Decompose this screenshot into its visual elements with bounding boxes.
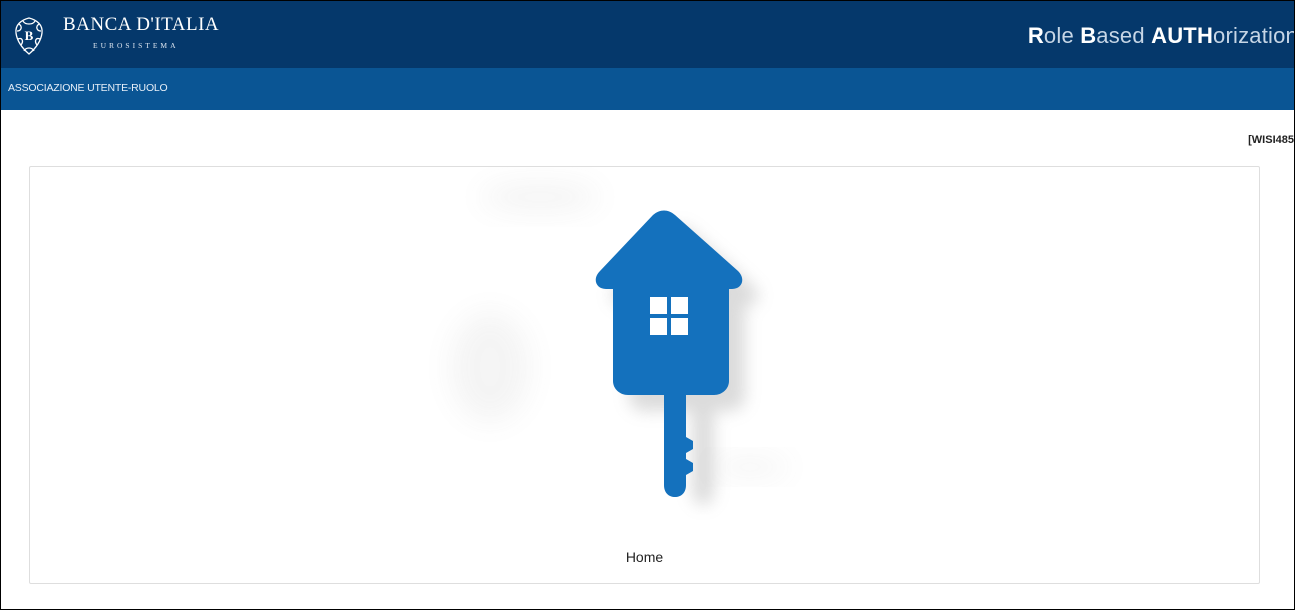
- nav-bar: ASSOCIAZIONE UTENTE-RUOLO: [1, 68, 1294, 110]
- app-title-ole: ole: [1043, 23, 1081, 48]
- home-panel: Home: [29, 166, 1260, 584]
- top-header: B BANCA D'ITALIA EUROSISTEMA Role Based …: [1, 1, 1294, 68]
- app-title: Role Based AUTHorization: [1027, 23, 1295, 49]
- app-title-r: R: [1027, 23, 1044, 48]
- app-title-auth: AUTH: [1151, 23, 1214, 48]
- nav-item-associazione-utente-ruolo[interactable]: ASSOCIAZIONE UTENTE-RUOLO: [8, 82, 168, 94]
- app-title-ased: ased: [1096, 23, 1152, 48]
- app-title-b: B: [1080, 23, 1097, 48]
- user-id-tag: [WISI485: [1248, 134, 1294, 146]
- brand-name: BANCA D'ITALIA: [63, 14, 220, 35]
- svg-text:B: B: [25, 28, 34, 43]
- brand-subtitle: EUROSISTEMA: [93, 41, 179, 50]
- house-key-icon: [450, 182, 790, 505]
- home-label: Home: [625, 549, 664, 565]
- app-window: B BANCA D'ITALIA EUROSISTEMA Role Based …: [0, 0, 1295, 610]
- banca-italia-emblem-icon: B: [15, 17, 43, 55]
- app-title-orization: orization: [1213, 23, 1295, 48]
